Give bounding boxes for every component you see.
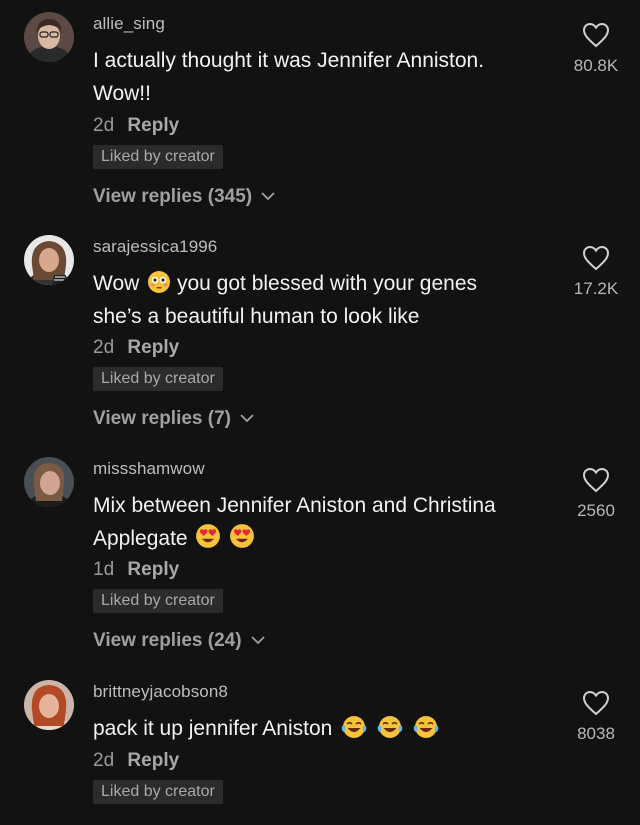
comment-text: Mix between Jennifer Aniston and Christi… <box>93 489 563 555</box>
comment-text-line: she’s a beautiful human to look like <box>93 305 420 328</box>
comment-text-segment: Applegate <box>93 527 188 550</box>
comment-text-line: I actually thought it was Jennifer Annis… <box>93 49 485 72</box>
avatar[interactable] <box>24 457 74 507</box>
heart-outline-icon <box>582 690 610 716</box>
comment-text: Wow you got blessed with your genes she’… <box>93 267 563 333</box>
comment-meta: 1d Reply <box>93 559 179 581</box>
liked-by-creator-badge: Liked by creator <box>93 589 223 613</box>
view-replies-label: View replies (345) <box>93 186 253 207</box>
view-replies-label: View replies (24) <box>93 630 242 651</box>
comment-username[interactable]: brittneyjacobson8 <box>93 682 228 702</box>
comment-username[interactable]: sarajessica1996 <box>93 237 217 257</box>
comment-age: 1d <box>93 559 115 580</box>
heart-eyes-emoji <box>230 524 255 548</box>
comment-text-segment: pack it up jennifer Aniston <box>93 717 333 740</box>
tears-of-joy-emoji <box>377 716 403 738</box>
like-button[interactable]: 8038 <box>566 690 626 744</box>
like-count: 80.8K <box>573 56 619 75</box>
comment-text-line: pack it up jennifer Aniston <box>93 712 563 745</box>
comment-item: brittneyjacobson8 pack it up jennifer An… <box>0 680 640 820</box>
comment-text-segment: Wow <box>93 272 140 295</box>
comment-text-segment: you got blessed with your genes <box>176 272 478 295</box>
heart-outline-icon <box>582 467 610 493</box>
comment-meta: 2d Reply <box>93 337 179 359</box>
heart-eyes-emoji <box>196 524 221 548</box>
like-button[interactable]: 2560 <box>566 467 626 521</box>
comment-age: 2d <box>93 115 115 136</box>
reply-button[interactable]: Reply <box>127 750 179 771</box>
comment-text-line: Applegate <box>93 522 563 555</box>
tears-of-joy-emoji <box>413 716 439 738</box>
comment-item: missshamwow Mix between Jennifer Aniston… <box>0 457 640 657</box>
avatar[interactable] <box>24 235 74 285</box>
like-button[interactable]: 17.2K <box>566 245 626 299</box>
view-replies-button[interactable]: View replies (24) <box>93 630 265 652</box>
comment-age: 2d <box>93 337 115 358</box>
comment-item: sarajessica1996 Wow you got blessed with… <box>0 235 640 435</box>
comment-username[interactable]: missshamwow <box>93 459 205 479</box>
chevron-down-icon <box>240 414 254 423</box>
comment-text-line: Wow!! <box>93 82 151 105</box>
heart-outline-icon <box>582 22 610 48</box>
view-replies-button[interactable]: View replies (7) <box>93 408 254 430</box>
comment-item: allie_sing I actually thought it was Jen… <box>0 12 640 212</box>
reply-button[interactable]: Reply <box>127 337 179 358</box>
comment-text-line: Mix between Jennifer Aniston and Christi… <box>93 494 496 517</box>
tears-of-joy-emoji <box>341 716 367 738</box>
chevron-down-icon <box>261 192 276 201</box>
comment-username[interactable]: allie_sing <box>93 14 165 34</box>
flushed-face-emoji <box>148 271 171 293</box>
comment-text: pack it up jennifer Aniston <box>93 712 563 745</box>
like-button[interactable]: 80.8K <box>566 22 626 76</box>
like-count: 8038 <box>577 724 615 743</box>
view-replies-button[interactable]: View replies (345) <box>93 186 276 208</box>
comment-age: 2d <box>93 750 115 771</box>
avatar[interactable] <box>24 680 74 730</box>
like-count: 17.2K <box>573 279 619 298</box>
view-replies-label: View replies (7) <box>93 408 231 429</box>
liked-by-creator-badge: Liked by creator <box>93 145 223 169</box>
liked-by-creator-badge: Liked by creator <box>93 367 223 391</box>
heart-outline-icon <box>582 245 610 271</box>
comment-meta: 2d Reply <box>93 750 179 772</box>
reply-button[interactable]: Reply <box>127 559 179 580</box>
liked-by-creator-badge: Liked by creator <box>93 780 223 804</box>
reply-button[interactable]: Reply <box>127 115 179 136</box>
avatar[interactable] <box>24 12 74 62</box>
comment-meta: 2d Reply <box>93 115 179 137</box>
like-count: 2560 <box>577 501 615 520</box>
chevron-down-icon <box>251 636 265 645</box>
comment-text-line: Wow you got blessed with your genes <box>93 267 563 300</box>
comment-text: I actually thought it was Jennifer Annis… <box>93 44 563 110</box>
